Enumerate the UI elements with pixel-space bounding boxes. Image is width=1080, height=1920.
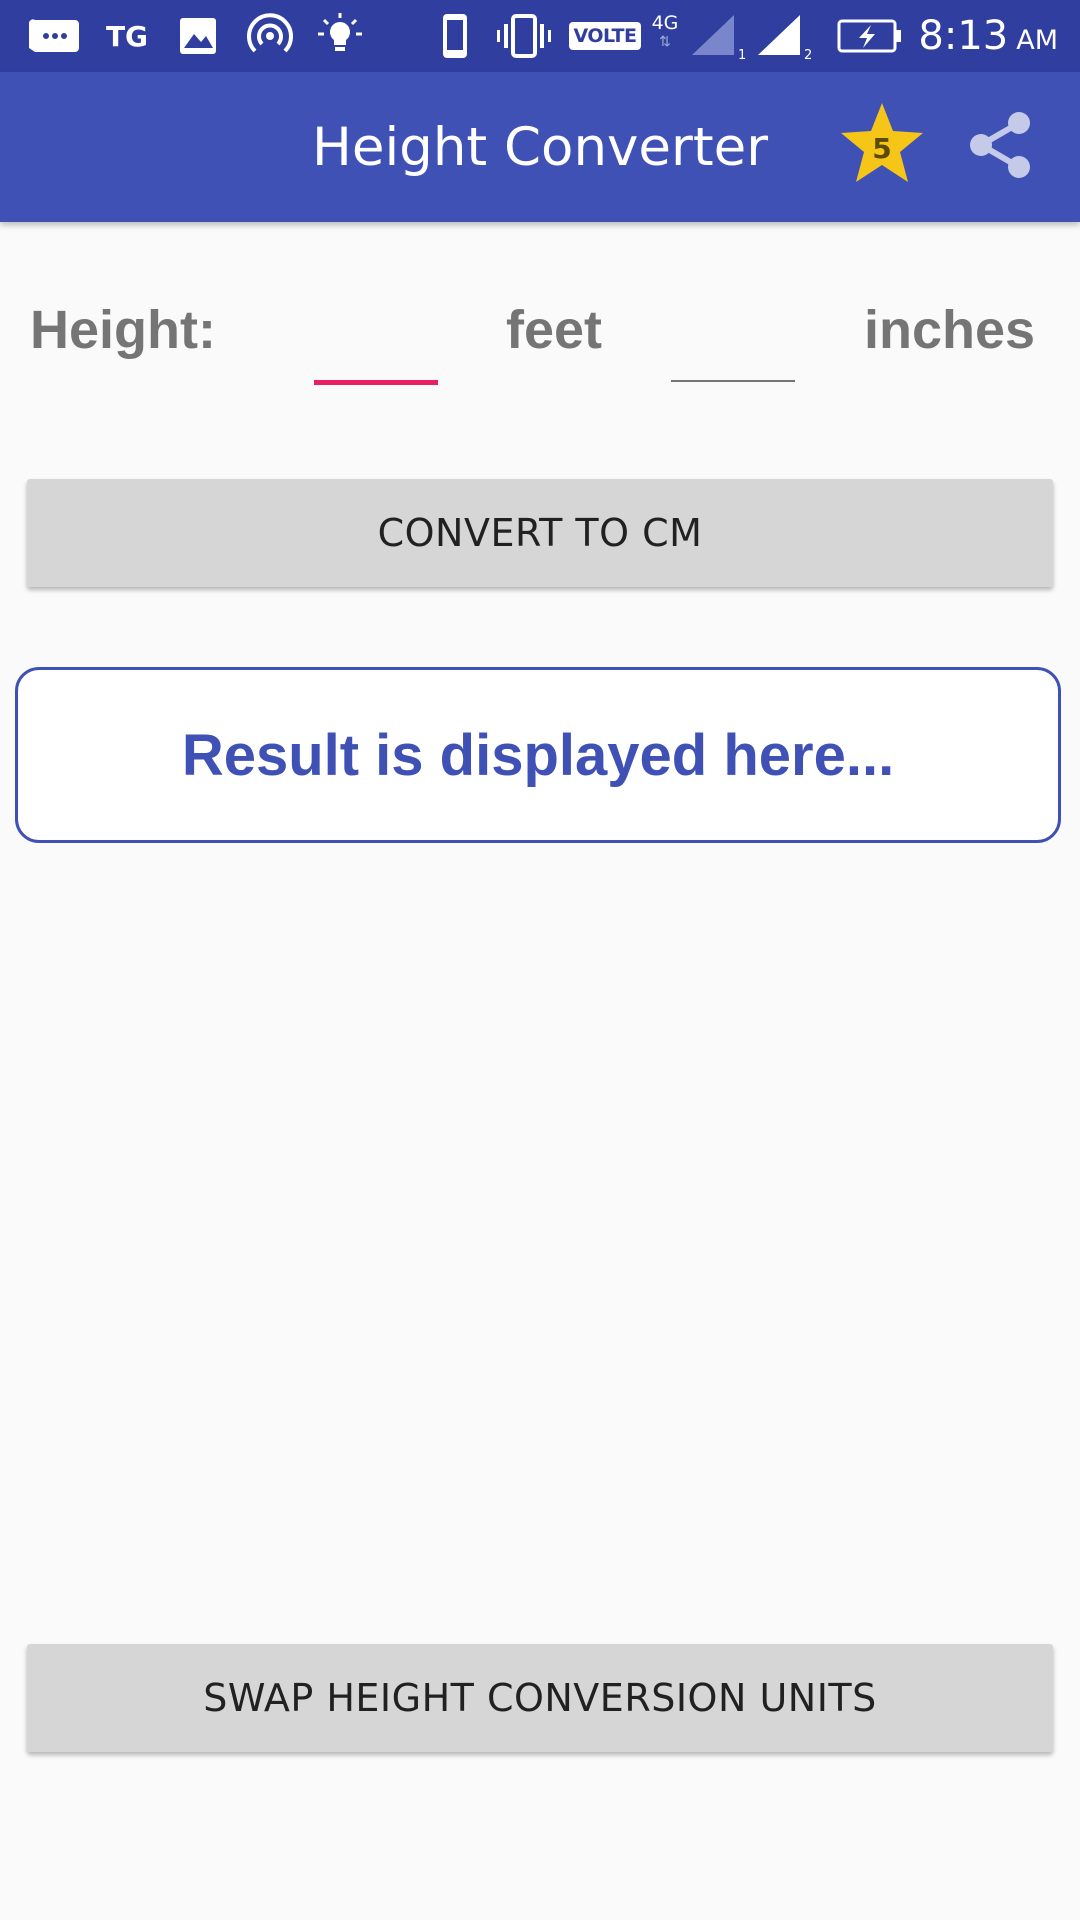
feet-unit-label: feet xyxy=(506,300,603,360)
battery-charging-icon xyxy=(836,0,904,72)
result-text: Result is displayed here... xyxy=(181,722,895,788)
height-label: Height: xyxy=(30,300,216,360)
messages-icon xyxy=(28,0,82,72)
convert-button[interactable]: CONVERT TO CM xyxy=(27,479,1053,587)
share-button[interactable] xyxy=(963,108,1037,182)
signal-icon: 1 xyxy=(690,0,750,72)
status-time: 8:13 AM xyxy=(918,13,1058,59)
inches-input[interactable] xyxy=(671,300,795,382)
app-bar: Height Converter 5 xyxy=(0,72,1080,222)
tg-icon: TG xyxy=(105,19,149,53)
result-box: Result is displayed here... xyxy=(15,667,1061,843)
rating-badge: 5 xyxy=(872,132,891,165)
page-title: Height Converter xyxy=(311,116,768,178)
signal-icon: 2 xyxy=(756,0,816,72)
lightbulb-icon xyxy=(316,0,364,72)
image-icon xyxy=(176,0,220,72)
volte-icon: VOLTE xyxy=(568,0,642,72)
sim2-label: 2 xyxy=(804,48,812,61)
status-bar: TG VOLTE 4G ⇅ 1 2 8:13 AM xyxy=(0,0,1080,72)
sim1-label: 1 xyxy=(738,48,746,61)
network-type-icon: 4G ⇅ xyxy=(651,12,679,49)
swap-units-button[interactable]: SWAP HEIGHT CONVERSION UNITS xyxy=(27,1644,1053,1752)
star-icon: 5 xyxy=(841,103,923,182)
inches-unit-label: inches xyxy=(864,300,1036,360)
phone-icon xyxy=(438,0,472,72)
rate-button[interactable]: 5 xyxy=(838,100,926,188)
feet-input[interactable] xyxy=(314,300,438,385)
vibrate-icon xyxy=(496,0,552,72)
hotspot-icon xyxy=(244,0,296,72)
share-icon xyxy=(970,112,1030,178)
